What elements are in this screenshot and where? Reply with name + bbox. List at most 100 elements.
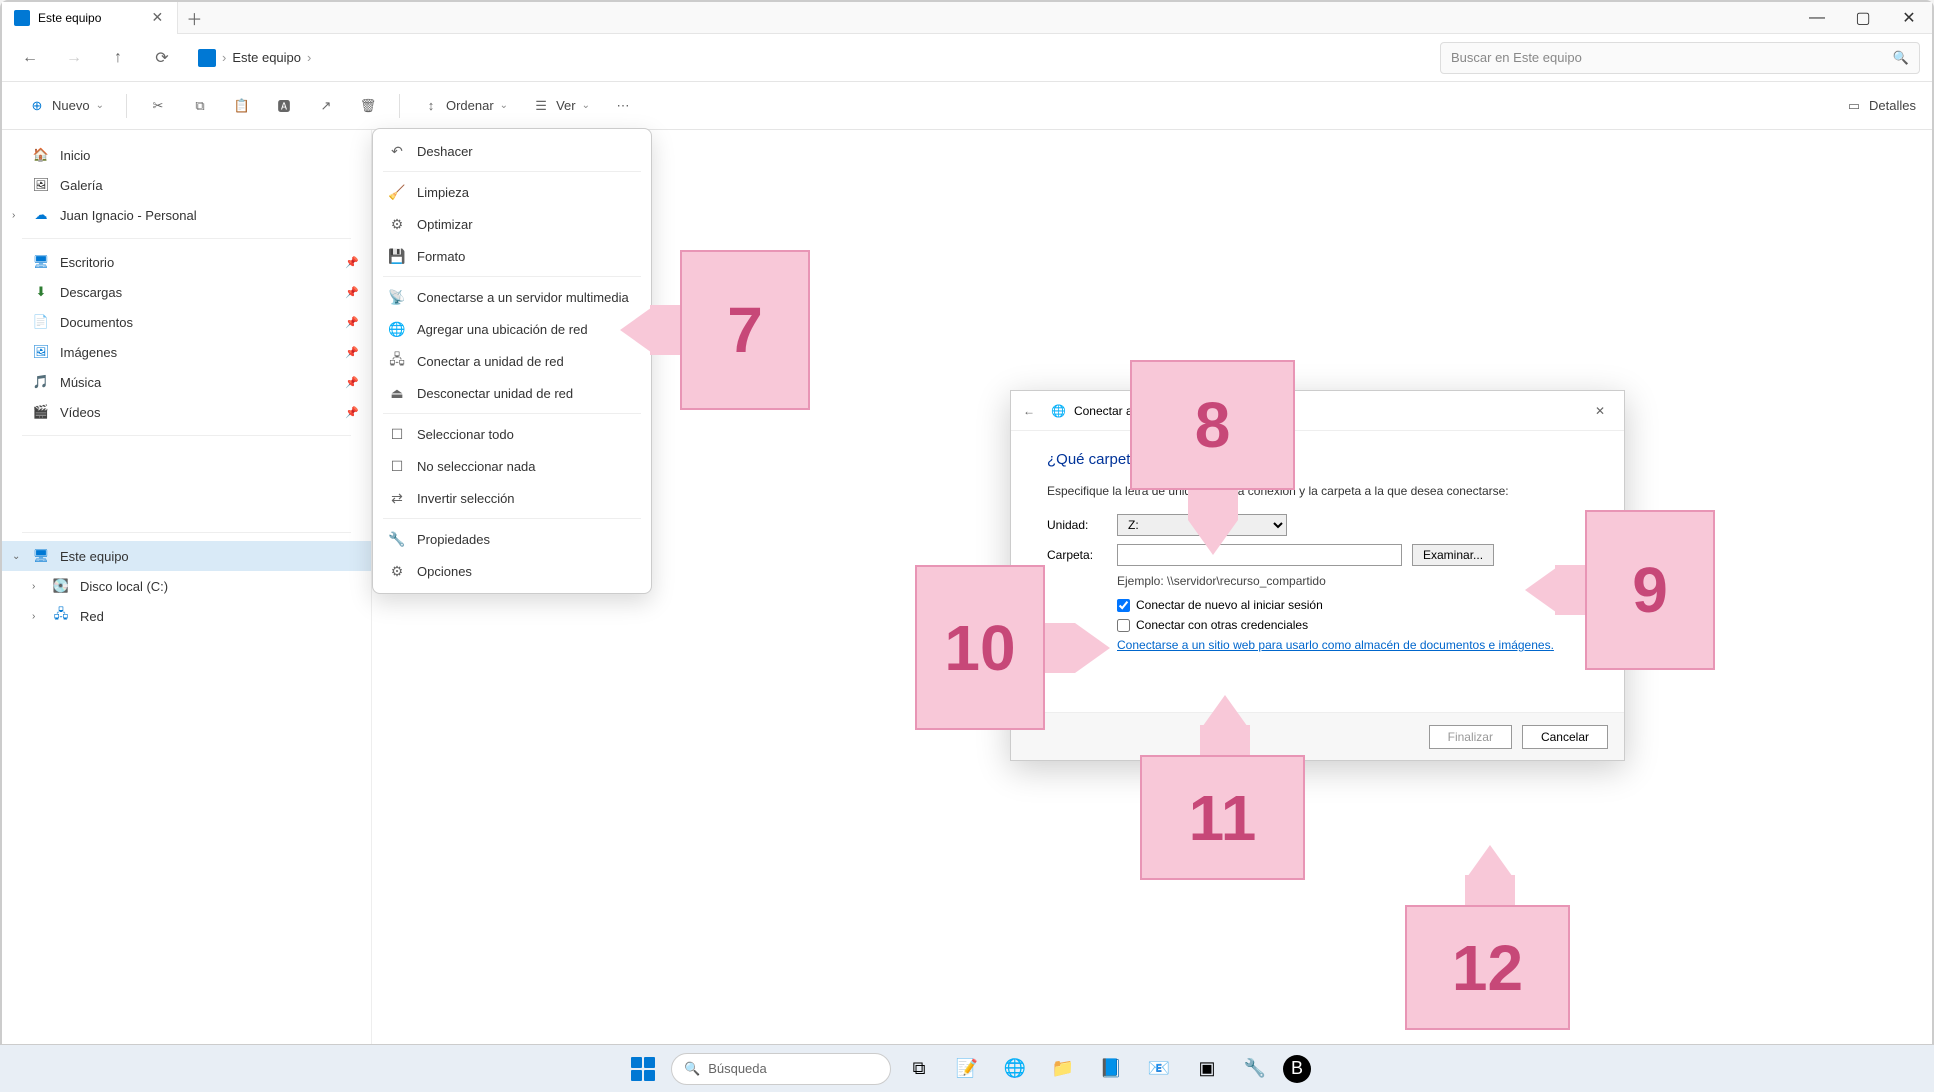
taskbar-app-notepad[interactable]: 📝 [947, 1049, 987, 1089]
window-tab[interactable]: Este equipo ✕ [2, 2, 178, 34]
ctx-selectall[interactable]: ☐Seleccionar todo [373, 418, 651, 450]
ctx-disconnect[interactable]: ⏏Desconectar unidad de red [373, 377, 651, 409]
pictures-icon: 🖼 [32, 343, 50, 361]
taskbar-app-word[interactable]: 📘 [1091, 1049, 1131, 1089]
callout-8: 8 [1130, 360, 1295, 490]
chevron-right-icon[interactable]: › [32, 611, 35, 622]
netloc-icon: 🌐 [389, 321, 405, 337]
website-link[interactable]: Conectarse a un sitio web para usarlo co… [1117, 638, 1588, 652]
maximize-button[interactable]: ▢ [1840, 2, 1886, 34]
chevron-right-icon[interactable]: › [32, 581, 35, 592]
search-input[interactable]: Buscar en Este equipo 🔍 [1440, 42, 1920, 74]
folder-label: Carpeta: [1047, 548, 1107, 562]
share-icon: ↗ [317, 97, 335, 115]
mapdrive-icon: 🖧 [389, 353, 405, 369]
tab-close-icon[interactable]: ✕ [149, 10, 165, 26]
dialog-close-button[interactable]: ✕ [1588, 399, 1612, 423]
back-button[interactable]: ← [14, 42, 46, 74]
othercreds-checkbox[interactable] [1117, 619, 1130, 632]
paste-icon: 📋 [233, 97, 251, 115]
ctx-invertsel[interactable]: ⇄Invertir selección [373, 482, 651, 514]
forward-button[interactable]: → [58, 42, 90, 74]
ctx-undo[interactable]: ↶Deshacer [373, 135, 651, 167]
sidebar-item-pictures[interactable]: 🖼Imágenes📌 [2, 337, 371, 367]
dialog-title: ¿Qué carpeta de red desea asignar? [1047, 451, 1588, 468]
sidebar-item-desktop[interactable]: 🖥Escritorio📌 [2, 247, 371, 277]
chevron-down-icon[interactable]: ⌄ [12, 551, 20, 562]
taskbar: 🔍Búsqueda ⧉ 📝 🌐 📁 📘 📧 ▣ 🔧 B [0, 1044, 1934, 1092]
folder-input[interactable] [1117, 544, 1402, 566]
sidebar-item-music[interactable]: 🎵Música📌 [2, 367, 371, 397]
breadcrumb[interactable]: › Este equipo › [190, 42, 1428, 74]
taskbar-search[interactable]: 🔍Búsqueda [671, 1053, 891, 1085]
drive-label: Unidad: [1047, 518, 1107, 532]
ctx-addnetloc[interactable]: 🌐Agregar una ubicación de red [373, 313, 651, 345]
new-tab-button[interactable]: ＋ [178, 6, 210, 30]
properties-icon: 🔧 [389, 531, 405, 547]
taskbar-app-terminal[interactable]: ▣ [1187, 1049, 1227, 1089]
taskbar-app-misc2[interactable]: B [1283, 1055, 1311, 1083]
pin-icon: 📌 [345, 406, 359, 419]
sidebar-item-videos[interactable]: 🎬Vídeos📌 [2, 397, 371, 427]
cut-button[interactable]: ✂ [139, 91, 177, 121]
paste-button[interactable]: 📋 [223, 91, 261, 121]
finish-button[interactable]: Finalizar [1429, 725, 1512, 749]
desktop-icon: 🖥 [32, 253, 50, 271]
chevron-right-icon: › [307, 50, 311, 65]
sidebar-item-home[interactable]: 🏠Inicio [2, 140, 371, 170]
ctx-format[interactable]: 💾Formato [373, 240, 651, 272]
sidebar-item-documents[interactable]: 📄Documentos📌 [2, 307, 371, 337]
othercreds-row: Conectar con otras credenciales [1117, 618, 1588, 632]
new-button[interactable]: ⊕ Nuevo ⌄ [18, 91, 114, 121]
dialog-header: ← 🌐 Conectar a unidad de red ✕ [1011, 391, 1624, 431]
share-button[interactable]: ↗ [307, 91, 345, 121]
delete-button[interactable]: 🗑 [349, 91, 387, 121]
ctx-properties[interactable]: 🔧Propiedades [373, 523, 651, 555]
ctx-mapdrive[interactable]: 🖧Conectar a unidad de red [373, 345, 651, 377]
selectnone-icon: ☐ [389, 458, 405, 474]
sidebar-item-network[interactable]: ›🖧Red [2, 601, 371, 631]
copy-button[interactable]: ⧉ [181, 91, 219, 121]
reconnect-checkbox[interactable] [1117, 599, 1130, 612]
sort-button[interactable]: ↕ Ordenar ⌄ [412, 91, 518, 121]
breadcrumb-item[interactable]: Este equipo [232, 50, 301, 65]
ctx-options[interactable]: ⚙Opciones [373, 555, 651, 587]
dialog-footer: Finalizar Cancelar [1011, 712, 1624, 760]
format-icon: 💾 [389, 248, 405, 264]
view-button[interactable]: ☰ Ver ⌄ [522, 91, 600, 121]
search-icon: 🔍 [684, 1061, 700, 1077]
start-button[interactable] [623, 1049, 663, 1089]
cut-icon: ✂ [149, 97, 167, 115]
ctx-mediaserver[interactable]: 📡Conectarse a un servidor multimedia [373, 281, 651, 313]
sidebar: 🏠Inicio 🖼Galería ›☁Juan Ignacio - Person… [2, 130, 372, 1060]
view-icon: ☰ [532, 97, 550, 115]
more-button[interactable]: ⋯ [604, 91, 642, 121]
back-icon[interactable]: ← [1023, 404, 1043, 418]
sidebar-item-localdisk[interactable]: ›💽Disco local (C:) [2, 571, 371, 601]
ctx-cleanup[interactable]: 🧹Limpieza [373, 176, 651, 208]
ctx-selectnone[interactable]: ☐No seleccionar nada [373, 450, 651, 482]
chevron-right-icon[interactable]: › [12, 210, 15, 221]
disconnect-icon: ⏏ [389, 385, 405, 401]
close-button[interactable]: ✕ [1886, 2, 1932, 34]
taskbar-app-edge[interactable]: 🌐 [995, 1049, 1035, 1089]
taskbar-app-outlook[interactable]: 📧 [1139, 1049, 1179, 1089]
sidebar-item-thispc[interactable]: ⌄🖥Este equipo [2, 541, 371, 571]
taskbar-app-explorer[interactable]: 📁 [1043, 1049, 1083, 1089]
details-pane-button[interactable]: ▭ Detalles [1845, 97, 1916, 115]
taskbar-app-misc1[interactable]: 🔧 [1235, 1049, 1275, 1089]
sidebar-item-gallery[interactable]: 🖼Galería [2, 170, 371, 200]
rename-button[interactable]: 🅰 [265, 91, 303, 121]
taskview-button[interactable]: ⧉ [899, 1049, 939, 1089]
network-icon: 🖧 [52, 607, 70, 625]
sidebar-item-downloads[interactable]: ⬇Descargas📌 [2, 277, 371, 307]
sidebar-item-onedrive[interactable]: ›☁Juan Ignacio - Personal [2, 200, 371, 230]
titlebar: Este equipo ✕ ＋ — ▢ ✕ [2, 2, 1932, 34]
minimize-button[interactable]: — [1794, 2, 1840, 34]
cancel-button[interactable]: Cancelar [1522, 725, 1608, 749]
pin-icon: 📌 [345, 346, 359, 359]
refresh-button[interactable]: ⟳ [146, 42, 178, 74]
ctx-optimize[interactable]: ⚙Optimizar [373, 208, 651, 240]
up-button[interactable]: ↑ [102, 42, 134, 74]
browse-button[interactable]: Examinar... [1412, 544, 1494, 566]
